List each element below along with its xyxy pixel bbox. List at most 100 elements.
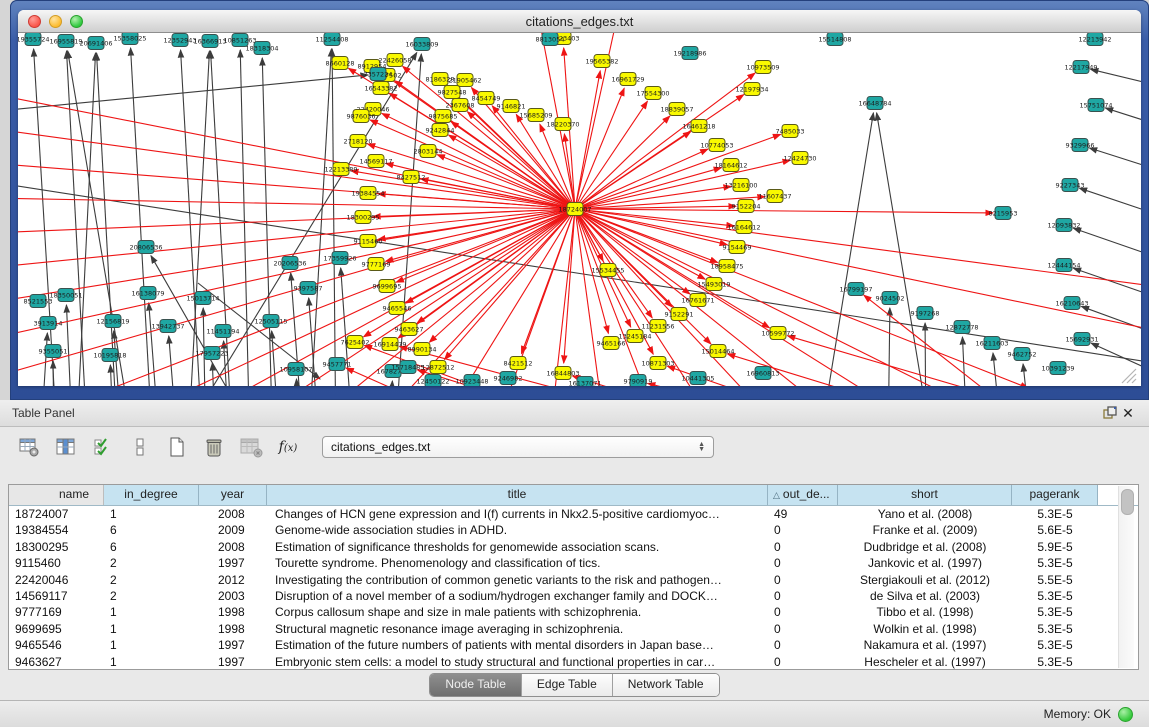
scrollbar-thumb[interactable] — [1121, 489, 1134, 515]
graph-node[interactable]: 16844803 — [546, 367, 579, 380]
graph-node[interactable]: 13216100 — [724, 179, 757, 192]
graph-node[interactable]: 16138079 — [131, 287, 164, 300]
table-row[interactable]: 1830029562008Estimation of significance … — [9, 539, 1138, 555]
graph-node[interactable]: 9154469 — [723, 241, 752, 254]
graph-node[interactable]: 9827548 — [438, 86, 467, 99]
graph-node[interactable]: 18350051 — [49, 289, 82, 302]
graph-node[interactable]: 16211603 — [975, 337, 1008, 350]
graph-node[interactable]: 12213942 — [1078, 33, 1111, 46]
graph-node[interactable]: 17554300 — [636, 87, 669, 100]
graph-node[interactable]: 7485033 — [776, 125, 805, 138]
resize-grip-icon[interactable] — [1122, 369, 1136, 383]
graph-node[interactable]: 9115460 — [354, 235, 383, 248]
column-header-title[interactable]: title — [267, 485, 768, 505]
graph-node[interactable]: 12217949 — [1064, 61, 1097, 74]
graph-node[interactable]: 11607437 — [758, 190, 791, 203]
show-columns-icon[interactable] — [53, 434, 79, 460]
table-row[interactable]: 1872400712008Changes of HCN gene express… — [9, 506, 1138, 522]
window-titlebar[interactable]: citations_edges.txt — [18, 10, 1141, 33]
graph-node[interactable]: 15358025 — [113, 33, 146, 45]
graph-node[interactable]: 8990134 — [408, 343, 437, 356]
graph-node[interactable]: 19355724 — [18, 33, 50, 46]
graph-node[interactable]: 9463627 — [395, 323, 424, 336]
table-settings-icon[interactable] — [16, 434, 42, 460]
column-header-year[interactable]: year — [199, 485, 267, 505]
table-vertical-scrollbar[interactable] — [1118, 486, 1134, 668]
graph-node[interactable]: 19384554 — [351, 187, 384, 200]
column-header-out_de-[interactable]: △out_de... — [768, 485, 838, 505]
graph-node[interactable]: 20806536 — [129, 241, 162, 254]
table-row[interactable]: 1938455462009Genome-wide association stu… — [9, 522, 1138, 538]
graph-node[interactable]: 8421512 — [504, 357, 533, 370]
graph-node[interactable]: 11231556 — [641, 320, 674, 333]
table-row[interactable]: 969969511998Structural magnetic resonanc… — [9, 621, 1138, 637]
graph-node[interactable]: 19565382 — [585, 55, 618, 68]
graph-node[interactable]: 10923448 — [455, 375, 488, 387]
graph-node[interactable]: 16955819 — [49, 35, 82, 48]
table-row[interactable]: 946362711997Embryonic stem cells: a mode… — [9, 654, 1138, 670]
graph-node[interactable]: 10599772 — [761, 327, 794, 340]
function-builder-icon[interactable]: f(x) — [275, 434, 301, 460]
graph-node[interactable]: 20691406 — [79, 37, 112, 50]
graph-node[interactable]: 20206536 — [273, 257, 306, 270]
graph-node[interactable]: 15514808 — [818, 33, 851, 46]
delete-trash-icon[interactable] — [201, 434, 227, 460]
graph-node[interactable]: 12872512 — [421, 361, 454, 374]
graph-node[interactable]: 9462752 — [1008, 348, 1037, 361]
graph-node[interactable]: 19218986 — [673, 47, 706, 60]
graph-node[interactable]: 18300295 — [346, 211, 379, 224]
graph-node[interactable]: 2718120 — [344, 135, 373, 148]
graph-node[interactable]: 16761671 — [681, 294, 714, 307]
graph-node[interactable]: 12505115 — [254, 315, 287, 328]
graph-node[interactable]: 18164612 — [714, 159, 747, 172]
network-canvas[interactable]: 1872400786601288912954224260589827502165… — [18, 33, 1141, 386]
graph-node[interactable]: 15013714 — [186, 292, 219, 305]
graph-node[interactable]: 10973509 — [746, 61, 779, 74]
graph-node[interactable]: 10774053 — [700, 139, 733, 152]
graph-node[interactable]: 16033809 — [405, 38, 438, 51]
graph-node[interactable]: 11451194 — [206, 325, 239, 338]
graph-node[interactable]: 9355051 — [39, 345, 68, 358]
create-table-icon[interactable] — [164, 434, 190, 460]
column-header-pagerank[interactable]: pagerank — [1012, 485, 1098, 505]
graph-node[interactable]: 16137071 — [568, 377, 601, 387]
graph-node[interactable]: 15692931 — [1065, 333, 1098, 346]
graph-node[interactable]: 9246982 — [494, 372, 523, 385]
graph-node[interactable]: 10195818 — [93, 349, 126, 362]
row-height-icon[interactable] — [127, 434, 153, 460]
tab-network-table[interactable]: Network Table — [612, 674, 719, 696]
tab-edge-table[interactable]: Edge Table — [521, 674, 612, 696]
table-row[interactable]: 946554611997Estimation of the future num… — [9, 637, 1138, 653]
graph-node[interactable]: 16648784 — [858, 97, 891, 110]
graph-node[interactable]: 9777169 — [362, 258, 391, 271]
table-row[interactable]: 911546021997Tourette syndrome. Phenomeno… — [9, 555, 1138, 571]
table-row[interactable]: 977716911998Corpus callosum shape and si… — [9, 604, 1138, 620]
table-row[interactable]: 1456911722003Disruption of a novel membe… — [9, 588, 1138, 604]
close-panel-icon[interactable]: ✕ — [1119, 404, 1137, 422]
float-panel-icon[interactable] — [1101, 404, 1119, 422]
table-source-dropdown[interactable]: citations_edges.txt ▲▼ — [322, 436, 714, 458]
graph-node[interactable]: 9024502 — [876, 292, 905, 305]
column-header-name[interactable]: name — [9, 485, 104, 505]
graph-node[interactable]: 16961729 — [611, 73, 644, 86]
graph-node[interactable]: 9242844 — [426, 124, 455, 137]
graph-node[interactable]: 16164612 — [727, 221, 760, 234]
graph-node[interactable]: 17359926 — [323, 252, 356, 265]
graph-node[interactable]: 9329966 — [1066, 139, 1095, 152]
table-row[interactable]: 2242004622012Investigating the contribut… — [9, 572, 1138, 588]
graph-node[interactable]: 7625402 — [341, 336, 370, 349]
graph-node[interactable]: 10958107 — [279, 363, 312, 376]
graph-node[interactable]: 12424730 — [783, 152, 816, 165]
column-header-short[interactable]: short — [838, 485, 1012, 505]
graph-node[interactable]: 11254408 — [315, 33, 348, 46]
column-header-in_degree[interactable]: in_degree — [104, 485, 199, 505]
graph-node[interactable]: 18839057 — [660, 103, 693, 116]
graph-node[interactable]: 9790919 — [624, 375, 653, 387]
graph-node[interactable]: 14569117 — [359, 155, 392, 168]
graph-node[interactable]: 10441305 — [681, 372, 714, 385]
tab-node-table[interactable]: Node Table — [430, 674, 521, 696]
graph-node[interactable]: 15751074 — [1079, 99, 1112, 112]
graph-node[interactable]: 16366913 — [193, 35, 226, 48]
graph-node[interactable]: 15014464 — [701, 345, 734, 358]
graph-node[interactable]: 10391239 — [1041, 362, 1074, 375]
